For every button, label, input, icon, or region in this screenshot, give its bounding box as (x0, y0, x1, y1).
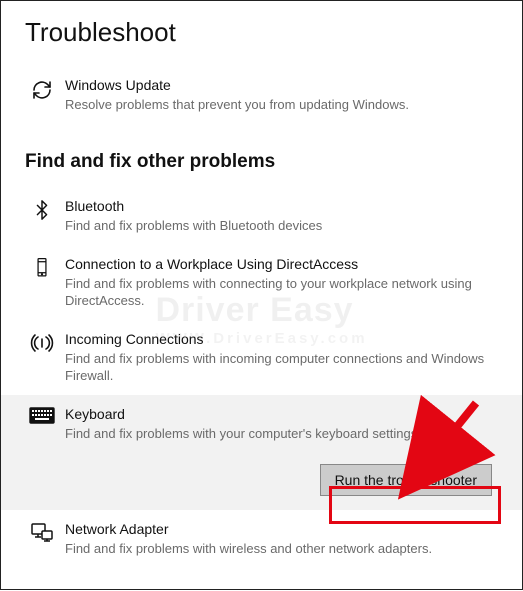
troubleshoot-item-bluetooth[interactable]: Bluetooth Find and fix problems with Blu… (25, 187, 498, 244)
troubleshoot-item-network-adapter[interactable]: Network Adapter Find and fix problems wi… (25, 510, 498, 567)
run-troubleshooter-button[interactable]: Run the troubleshooter (320, 464, 492, 496)
phone-icon (25, 255, 59, 279)
troubleshoot-item-keyboard-selected: Keyboard Find and fix problems with your… (1, 395, 522, 510)
page-title: Troubleshoot (25, 17, 498, 48)
troubleshoot-item-windows-update[interactable]: Windows Update Resolve problems that pre… (25, 66, 498, 123)
section-heading: Find and fix other problems (25, 151, 498, 173)
item-title: Keyboard (65, 405, 492, 424)
signal-icon (25, 330, 59, 354)
item-desc: Find and fix problems with your computer… (65, 425, 492, 443)
troubleshoot-item-incoming-connections[interactable]: Incoming Connections Find and fix proble… (25, 320, 498, 395)
item-title: Windows Update (65, 76, 492, 95)
network-adapter-icon (25, 520, 59, 544)
item-desc: Find and fix problems with connecting to… (65, 275, 492, 310)
bluetooth-icon (25, 197, 59, 221)
troubleshoot-item-keyboard[interactable]: Keyboard Find and fix problems with your… (25, 405, 498, 452)
item-desc: Find and fix problems with incoming comp… (65, 350, 492, 385)
item-title: Bluetooth (65, 197, 492, 216)
troubleshoot-item-directaccess[interactable]: Connection to a Workplace Using DirectAc… (25, 245, 498, 320)
item-title: Incoming Connections (65, 330, 492, 349)
sync-icon (25, 76, 59, 102)
keyboard-icon (25, 405, 59, 425)
item-title: Connection to a Workplace Using DirectAc… (65, 255, 492, 274)
item-desc: Find and fix problems with wireless and … (65, 540, 492, 558)
item-desc: Resolve problems that prevent you from u… (65, 96, 492, 114)
item-title: Network Adapter (65, 520, 492, 539)
item-desc: Find and fix problems with Bluetooth dev… (65, 217, 492, 235)
